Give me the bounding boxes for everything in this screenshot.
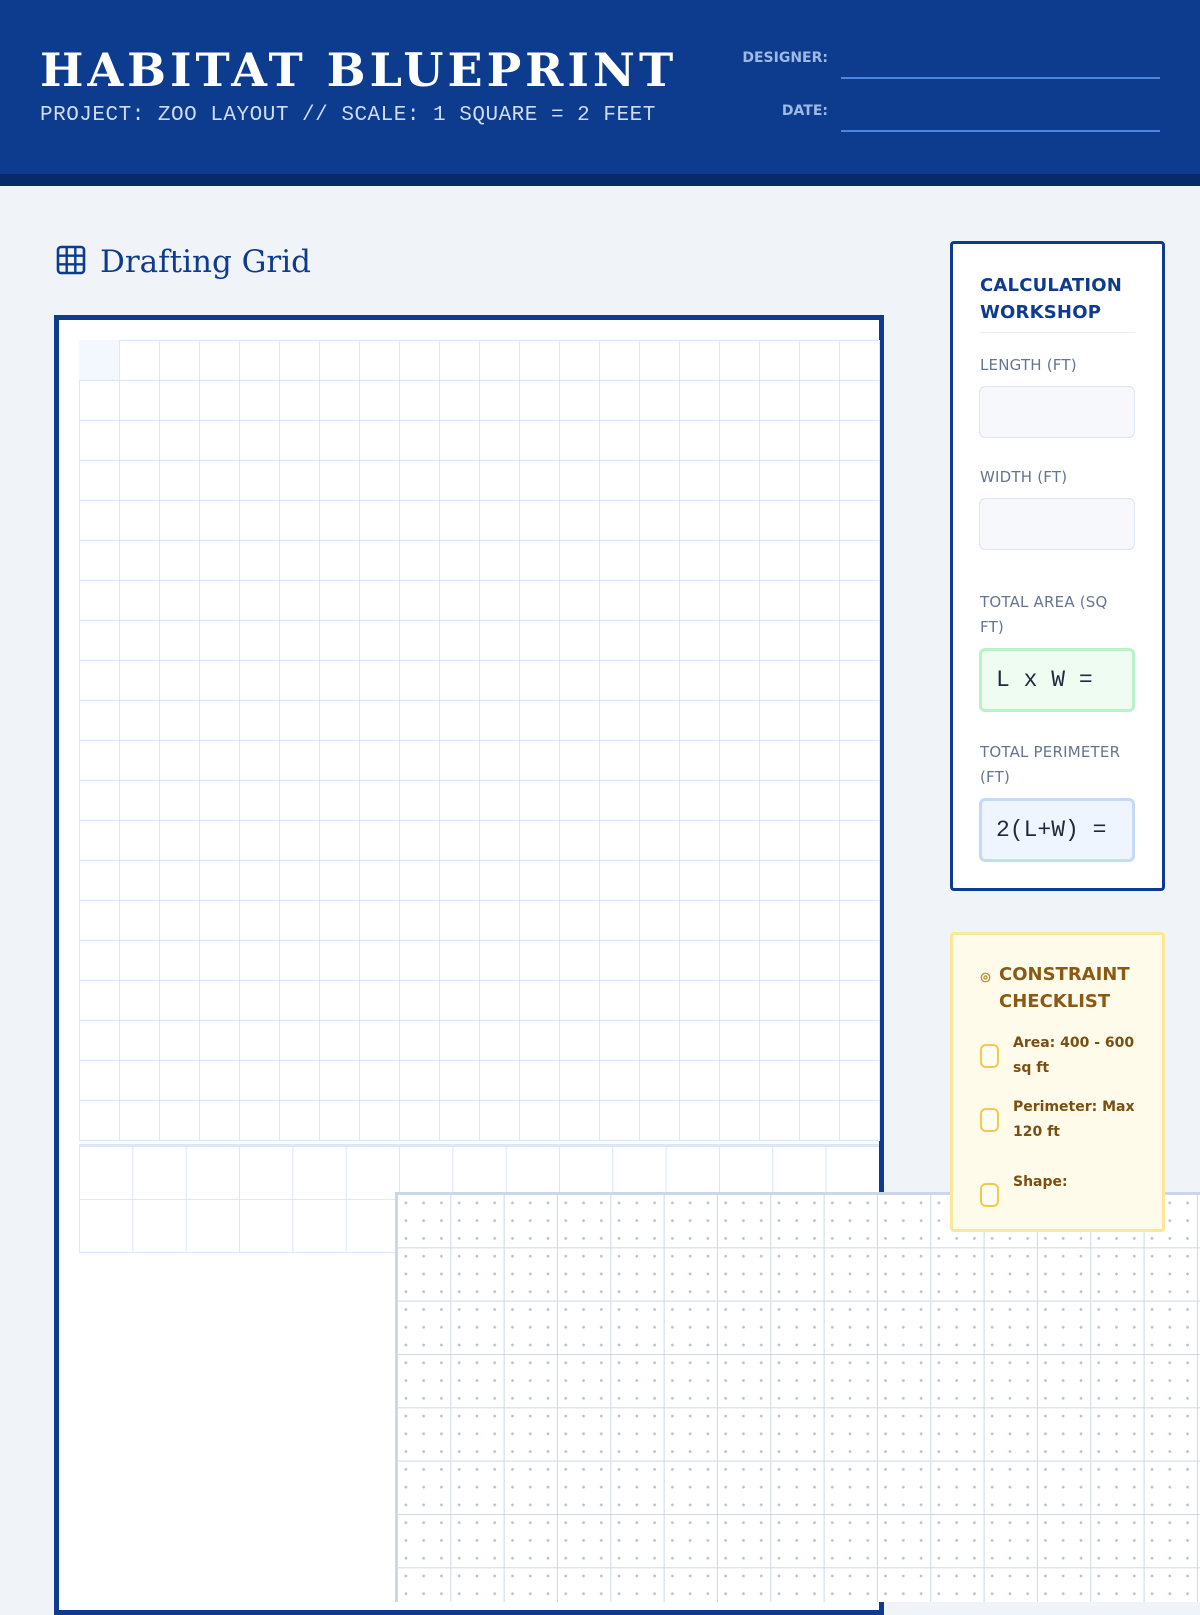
checklist-title: CONSTRAINT CHECKLIST [999,964,1130,1012]
checkbox[interactable] [980,1108,999,1132]
divider [980,332,1135,333]
grid-cell-highlight [79,340,119,380]
checklist-item-label: Shape: [1013,1173,1068,1190]
length-label: LENGTH (FT) [980,356,1077,374]
page-title: HABITAT BLUEPRINT [40,43,678,97]
checklist-item[interactable]: Perimeter: Max 120 ft [980,1095,1150,1145]
calculation-workshop-panel: CALCULATION WORKSHOP LENGTH (FT) WIDTH (… [950,241,1165,891]
width-label: WIDTH (FT) [980,468,1068,486]
perimeter-formula-box[interactable]: 2(L+W) = [979,798,1135,862]
designer-field[interactable] [841,77,1160,79]
calculation-workshop-title: CALCULATION WORKSHOP [980,275,1122,323]
drafting-grid-canvas[interactable] [79,340,880,1141]
date-label: DATE: [781,103,828,119]
checklist-item[interactable]: Shape: [980,1157,1150,1207]
perimeter-label: TOTAL PERIMETER (FT) [980,743,1121,786]
checklist-item-label: Area: 400 - 600 sq ft [1013,1035,1135,1076]
checkbox[interactable] [980,1183,999,1207]
page-header: HABITAT BLUEPRINT PROJECT: ZOO LAYOUT //… [0,0,1200,186]
dot-grid-sheet[interactable] [395,1192,1200,1602]
area-label: TOTAL AREA (SQ FT) [980,593,1108,636]
target-icon [980,970,991,988]
grid-icon [56,245,86,280]
designer-label: DESIGNER: [742,50,828,66]
checklist-item[interactable]: Area: 400 - 600 sq ft [980,1031,1150,1081]
length-input[interactable] [979,386,1135,438]
checkbox[interactable] [980,1044,999,1068]
date-field[interactable] [841,130,1160,132]
drafting-grid-title: Drafting Grid [100,244,312,280]
drafting-grid-heading: Drafting Grid [56,244,311,280]
width-input[interactable] [979,498,1135,550]
checklist-item-label: Perimeter: Max 120 ft [1013,1099,1135,1140]
area-formula-box[interactable]: L x W = [979,648,1135,712]
checklist-header: CONSTRAINT CHECKLIST [980,961,1139,1015]
page-subtitle: PROJECT: ZOO LAYOUT // SCALE: 1 SQUARE =… [40,104,656,127]
constraint-checklist-panel: CONSTRAINT CHECKLIST Area: 400 - 600 sq … [950,932,1165,1232]
